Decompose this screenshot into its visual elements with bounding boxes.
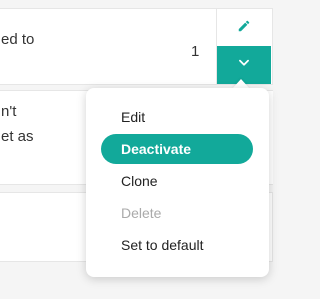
card-description: ed to <box>1 31 35 48</box>
menu-item-edit[interactable]: Edit <box>101 102 253 132</box>
card-description-line: et as <box>1 128 34 145</box>
card-count: 1 <box>191 43 200 60</box>
menu-item-set-to-default[interactable]: Set to default <box>101 230 253 260</box>
actions-dropdown-menu: Edit Deactivate Clone Delete Set to defa… <box>86 88 269 277</box>
menu-item-delete: Delete <box>121 205 162 221</box>
edit-button[interactable] <box>217 8 271 48</box>
card-description-line: n't <box>1 103 17 120</box>
menu-item-deactivate[interactable]: Deactivate <box>101 134 253 164</box>
pencil-icon <box>237 19 251 38</box>
chevron-down-icon <box>237 56 251 75</box>
menu-item-clone[interactable]: Clone <box>101 166 253 196</box>
